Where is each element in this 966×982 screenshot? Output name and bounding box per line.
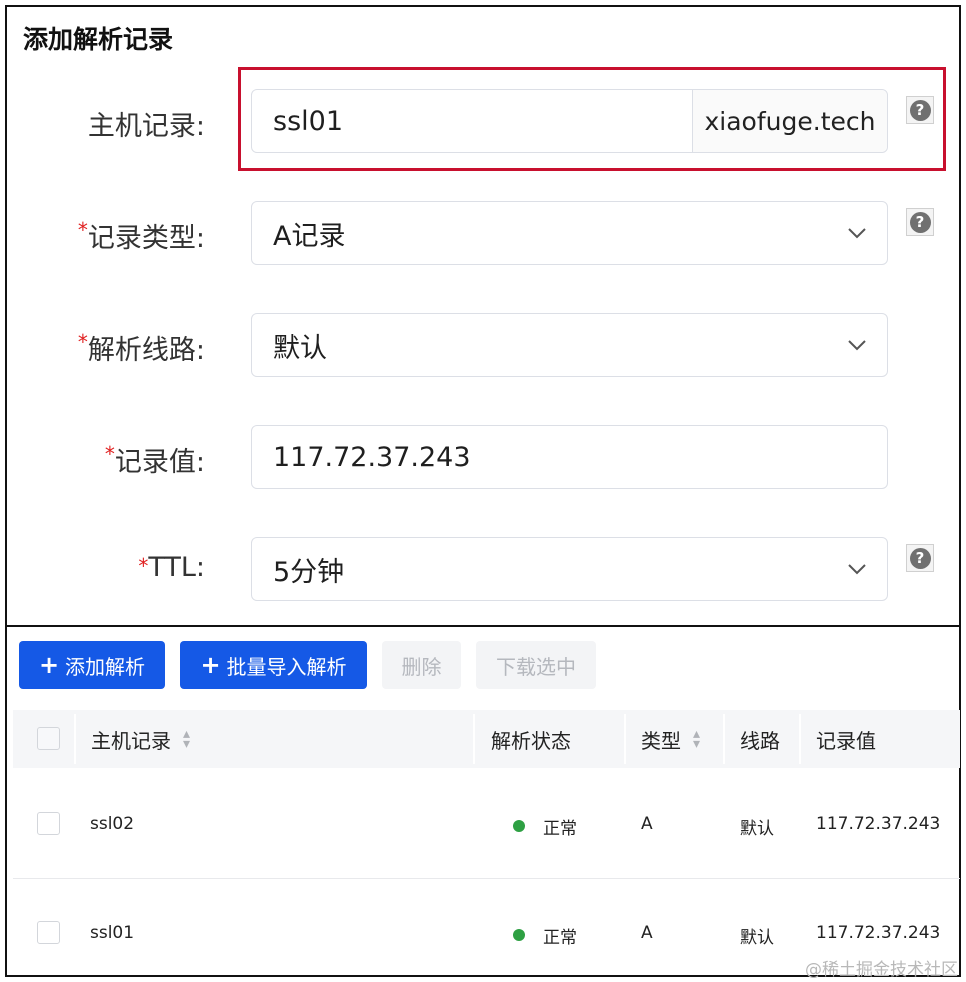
cell-host: ssl01 bbox=[90, 923, 135, 943]
help-icon[interactable]: ? bbox=[906, 544, 934, 572]
ttl-value: 5分钟 bbox=[273, 556, 345, 588]
dialog-title: 添加解析记录 bbox=[23, 25, 174, 54]
cell-status: 正常 bbox=[543, 819, 577, 839]
route-label: *解析线路: bbox=[77, 330, 205, 366]
sort-icon[interactable]: ▴ ▾ bbox=[693, 727, 700, 751]
highlight-annotation bbox=[238, 67, 946, 171]
host-record-label: 主机记录: bbox=[87, 111, 205, 142]
status-dot bbox=[513, 929, 525, 941]
select-all-checkbox[interactable] bbox=[37, 727, 60, 750]
column-header-value: 记录值 bbox=[816, 728, 876, 753]
cell-value: 117.72.37.243 bbox=[816, 814, 941, 834]
watermark: @稀土掘金技术社区 bbox=[805, 960, 958, 980]
chevron-down-icon bbox=[827, 202, 887, 264]
chevron-down-icon bbox=[827, 314, 887, 376]
chevron-down-icon bbox=[827, 538, 887, 600]
row-divider bbox=[13, 878, 960, 879]
row-checkbox[interactable] bbox=[37, 921, 60, 944]
status-dot bbox=[513, 820, 525, 832]
batch-import-button[interactable]: + 批量导入解析 bbox=[180, 641, 367, 689]
column-header-route: 线路 bbox=[740, 728, 780, 753]
help-icon[interactable]: ? bbox=[906, 208, 934, 236]
record-value-field[interactable]: 117.72.37.243 bbox=[251, 425, 888, 489]
route-value: 默认 bbox=[273, 332, 327, 364]
record-value-input[interactable]: 117.72.37.243 bbox=[252, 442, 887, 473]
cell-type: A bbox=[641, 814, 653, 834]
record-type-select[interactable]: A记录 bbox=[251, 201, 888, 265]
cell-route: 默认 bbox=[740, 819, 774, 839]
column-header-host[interactable]: 主机记录 ▴ ▾ bbox=[91, 710, 190, 768]
row-checkbox[interactable] bbox=[37, 812, 60, 835]
cell-type: A bbox=[641, 923, 653, 943]
help-icon[interactable]: ? bbox=[906, 96, 934, 124]
column-header-status: 解析状态 bbox=[491, 728, 571, 753]
plus-icon: + bbox=[38, 651, 60, 679]
cell-value: 117.72.37.243 bbox=[816, 923, 941, 943]
download-selected-button[interactable]: 下载选中 bbox=[476, 641, 596, 689]
route-select[interactable]: 默认 bbox=[251, 313, 888, 377]
cell-route: 默认 bbox=[740, 928, 774, 948]
ttl-select[interactable]: 5分钟 bbox=[251, 537, 888, 601]
add-record-button[interactable]: + 添加解析 bbox=[19, 641, 165, 689]
record-value-label: *记录值: bbox=[104, 442, 205, 478]
delete-button[interactable]: 删除 bbox=[382, 641, 461, 689]
section-divider bbox=[5, 625, 961, 627]
cell-status: 正常 bbox=[543, 928, 577, 948]
record-type-value: A记录 bbox=[273, 220, 346, 252]
ttl-label: *TTL: bbox=[138, 552, 205, 583]
cell-host: ssl02 bbox=[90, 814, 135, 834]
plus-icon: + bbox=[200, 651, 221, 679]
sort-icon[interactable]: ▴ ▾ bbox=[183, 727, 190, 751]
record-type-label: *记录类型: bbox=[77, 218, 205, 254]
column-header-type[interactable]: 类型 ▴ ▾ bbox=[641, 710, 700, 768]
